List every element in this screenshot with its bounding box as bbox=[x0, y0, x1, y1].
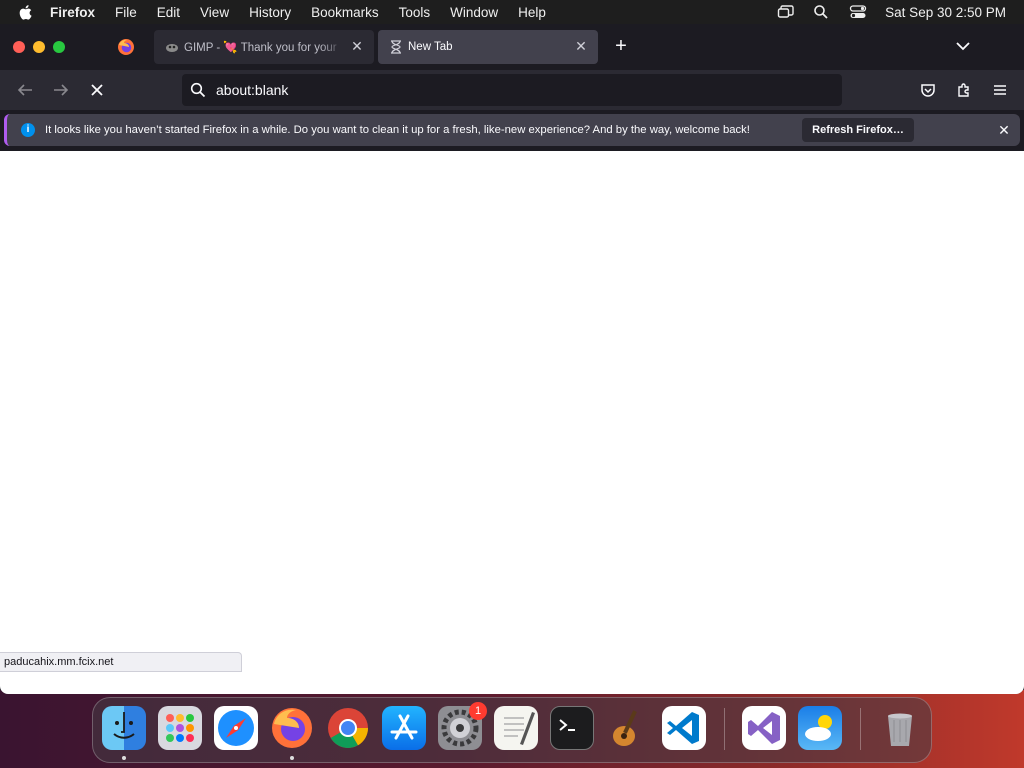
extensions-puzzle-icon[interactable] bbox=[954, 80, 974, 100]
firefox-view-button[interactable] bbox=[104, 30, 148, 64]
dock-launchpad-icon[interactable] bbox=[158, 706, 202, 750]
dock-textedit-icon[interactable] bbox=[494, 706, 538, 750]
hamburger-menu-icon[interactable] bbox=[990, 80, 1010, 100]
menu-history[interactable]: History bbox=[249, 5, 291, 20]
dock-safari-icon[interactable] bbox=[214, 706, 258, 750]
dock-chrome-icon[interactable] bbox=[326, 706, 370, 750]
refresh-firefox-button[interactable]: Refresh Firefox… bbox=[802, 118, 914, 142]
dock-separator bbox=[724, 708, 725, 750]
dock-app-store-icon[interactable] bbox=[382, 706, 426, 750]
firefox-window: GIMP - 💘 Thank you for your ✕ New Tab ✕ … bbox=[0, 24, 1024, 694]
notification-close-icon[interactable]: ✕ bbox=[997, 123, 1011, 137]
menu-bookmarks[interactable]: Bookmarks bbox=[311, 5, 379, 20]
control-center-icon[interactable] bbox=[849, 4, 867, 20]
window-zoom-button[interactable] bbox=[53, 41, 65, 53]
menu-app-firefox[interactable]: Firefox bbox=[50, 5, 95, 20]
status-url-overlay: paducahix.mm.fcix.net bbox=[0, 652, 242, 672]
dock-garageband-icon[interactable] bbox=[606, 706, 650, 750]
tab-label: New Tab bbox=[408, 41, 453, 53]
firefox-icon bbox=[118, 39, 134, 55]
dock-running-indicator bbox=[290, 756, 294, 760]
apple-menu-icon[interactable] bbox=[18, 4, 36, 20]
list-all-tabs-chevron-down-icon[interactable] bbox=[954, 38, 974, 56]
dock-finder-icon[interactable] bbox=[102, 706, 146, 750]
gimp-icon bbox=[164, 40, 180, 54]
back-arrow-icon[interactable] bbox=[14, 80, 36, 100]
menu-view[interactable]: View bbox=[200, 5, 229, 20]
dock-firefox-icon[interactable] bbox=[270, 706, 314, 750]
dock-weather-icon[interactable] bbox=[798, 706, 842, 750]
tab-close-icon[interactable]: ✕ bbox=[574, 39, 588, 53]
spotlight-search-icon[interactable] bbox=[813, 4, 831, 20]
dock-visual-studio-icon[interactable] bbox=[742, 706, 786, 750]
search-icon bbox=[190, 82, 206, 98]
dock-vscode-icon[interactable] bbox=[662, 706, 706, 750]
dock-separator bbox=[860, 708, 861, 750]
menu-window[interactable]: Window bbox=[450, 5, 498, 20]
tab-bar: GIMP - 💘 Thank you for your ✕ New Tab ✕ … bbox=[0, 24, 1024, 70]
stop-loading-close-icon[interactable] bbox=[86, 80, 108, 100]
notification-message: It looks like you haven’t started Firefo… bbox=[45, 124, 750, 136]
menubar-clock[interactable]: Sat Sep 30 2:50 PM bbox=[885, 5, 1006, 20]
hourglass-icon bbox=[388, 40, 404, 54]
menu-tools[interactable]: Tools bbox=[399, 5, 431, 20]
tab-new-tab[interactable]: New Tab ✕ bbox=[378, 30, 598, 64]
tab-gimp[interactable]: GIMP - 💘 Thank you for your ✕ bbox=[154, 30, 374, 64]
url-bar[interactable] bbox=[182, 74, 842, 106]
notification-badge: 1 bbox=[469, 702, 487, 720]
window-minimize-button[interactable] bbox=[33, 41, 45, 53]
info-icon: i bbox=[21, 123, 35, 137]
notification-bar: i It looks like you haven’t started Fire… bbox=[4, 114, 1020, 146]
dock-terminal-icon[interactable] bbox=[550, 706, 594, 750]
new-tab-plus-icon[interactable]: + bbox=[610, 36, 632, 58]
tab-close-icon[interactable]: ✕ bbox=[350, 39, 364, 53]
window-close-button[interactable] bbox=[13, 41, 25, 53]
tab-label: GIMP - 💘 Thank you for your bbox=[184, 42, 337, 54]
menu-file[interactable]: File bbox=[115, 5, 137, 20]
dock-trash-icon[interactable] bbox=[878, 706, 922, 750]
page-content[interactable] bbox=[0, 151, 1024, 694]
menu-help[interactable]: Help bbox=[518, 5, 546, 20]
forward-arrow-icon[interactable] bbox=[50, 80, 72, 100]
pocket-icon[interactable] bbox=[918, 80, 938, 100]
screen-mirroring-icon[interactable] bbox=[777, 4, 795, 20]
url-input[interactable] bbox=[216, 82, 816, 98]
navigation-toolbar bbox=[0, 70, 1024, 110]
menubar: Firefox File Edit View History Bookmarks… bbox=[0, 0, 1024, 24]
dock-running-indicator bbox=[122, 756, 126, 760]
menu-edit[interactable]: Edit bbox=[157, 5, 180, 20]
dock: 1 bbox=[92, 697, 932, 763]
